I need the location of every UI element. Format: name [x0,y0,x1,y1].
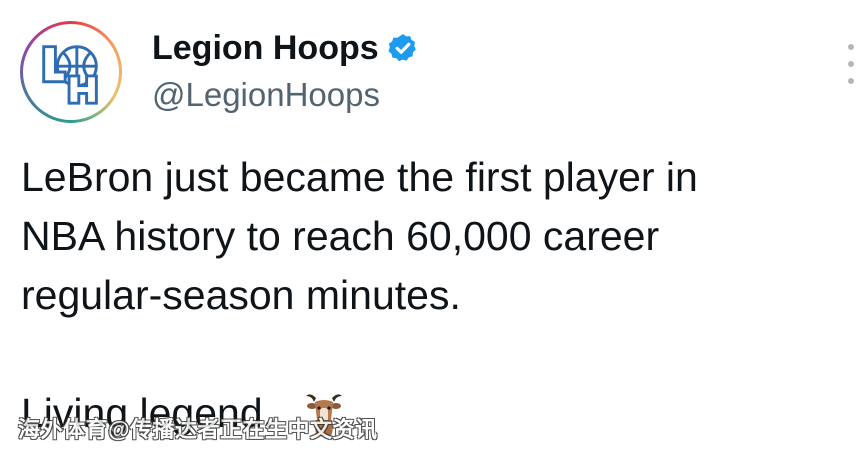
tweet-card: Legion Hoops @LegionHoops LeBron just be… [0,0,868,452]
name-row: Legion Hoops [152,26,419,70]
avatar[interactable] [20,21,122,123]
tweet-text: LeBron just became the first player in N… [21,148,851,443]
tweet-line: LeBron just became the first player in [21,154,698,200]
more-dot-icon [848,78,854,84]
line-break [21,325,851,384]
tweet-line: regular-season minutes. [21,272,461,318]
display-name[interactable]: Legion Hoops [152,29,379,68]
tweet-line: NBA history to reach 60,000 career [21,213,660,259]
verified-badge-icon [388,34,416,62]
more-options-icon[interactable] [840,44,862,84]
legion-hoops-logo-icon [42,45,98,105]
handle[interactable]: @LegionHoops [152,76,419,114]
author-info: Legion Hoops @LegionHoops [152,26,419,114]
avatar-logo [23,24,119,120]
more-dot-icon [848,44,854,50]
watermark: 海外体育@传播达者正在生中文资讯 [18,417,378,442]
more-dot-icon [848,61,854,67]
